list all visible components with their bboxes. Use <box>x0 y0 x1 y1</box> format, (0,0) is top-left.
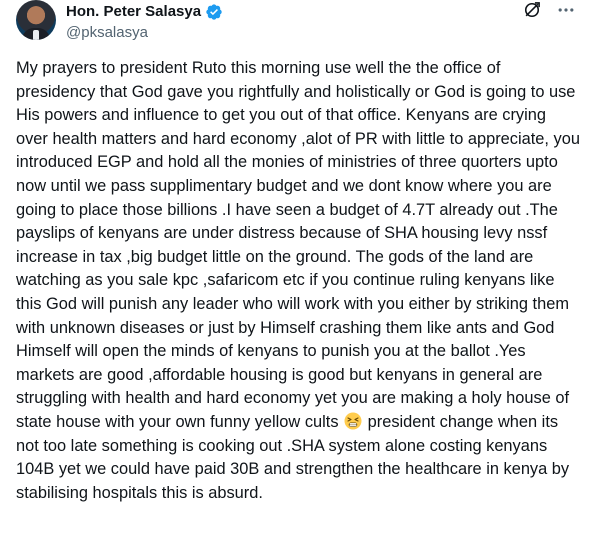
avatar-shirt <box>33 30 39 40</box>
author-names: Hon. Peter Salasya @pksalasya <box>66 2 223 43</box>
tweet-text-part1: My prayers to president Ruto this mornin… <box>16 59 580 431</box>
display-name[interactable]: Hon. Peter Salasya <box>66 2 201 22</box>
name-row: Hon. Peter Salasya <box>66 2 223 22</box>
more-icon[interactable] <box>556 0 576 20</box>
tweet-text: My prayers to president Ruto this mornin… <box>16 57 581 505</box>
tired-face-emoji-icon <box>344 412 362 430</box>
verified-badge-icon <box>206 4 222 20</box>
tweet-header: Hon. Peter Salasya @pksalasya <box>16 0 576 46</box>
tweet-card: Hon. Peter Salasya @pksalasya My prayers… <box>0 0 592 544</box>
grok-icon[interactable] <box>522 0 542 20</box>
author-handle[interactable]: @pksalasya <box>66 23 223 43</box>
header-actions <box>522 0 576 20</box>
avatar[interactable] <box>16 0 56 40</box>
